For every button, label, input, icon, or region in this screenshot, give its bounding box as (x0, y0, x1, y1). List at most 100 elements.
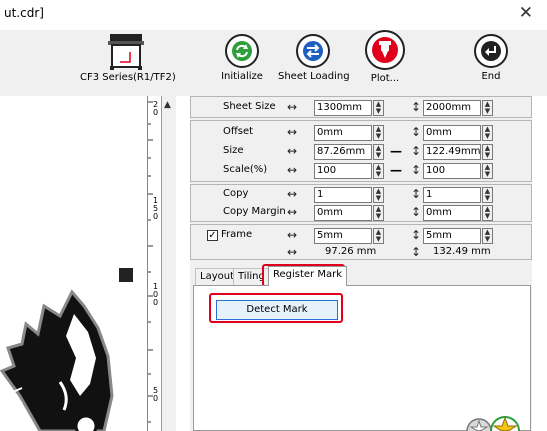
copy-margin-x-field[interactable]: 0mm (314, 205, 372, 221)
scale-row: Scale(%) ↔ 100 ▲ ▼ — ↕ 100 ▲ ▼ (191, 163, 533, 179)
sheet-width-spinner[interactable]: ▲ ▼ (373, 100, 384, 116)
total-height-value: 132.49 mm (433, 246, 491, 257)
width-arrow-icon: ↔ (287, 125, 298, 139)
device-selector[interactable]: CF3 Series(R1/TF2) (80, 32, 176, 83)
copy-margin-label: Copy Margin (223, 206, 286, 217)
initialize-button[interactable]: Initialize (207, 34, 277, 82)
height-arrow-icon: ↕ (411, 228, 422, 242)
fish-artwork (0, 268, 133, 431)
device-label: CF3 Series(R1/TF2) (80, 72, 176, 83)
sheet-height-spinner[interactable]: ▲ ▼ (482, 100, 493, 116)
scale-y-field[interactable]: 100 (423, 163, 481, 179)
ruler-mark: 0 (153, 212, 159, 221)
offset-y-spinner[interactable]: ▲ ▼ (482, 125, 493, 141)
swap-arrows-icon (303, 41, 323, 61)
copy-margin-y-spinner[interactable]: ▲ ▼ (482, 205, 493, 221)
copy-margin-row: Copy Margin ↔ 0mm ▲ ▼ ↕ 0mm ▲ ▼ (191, 205, 533, 221)
size-height-spinner[interactable]: ▲ ▼ (482, 144, 493, 160)
sheet-loading-button[interactable]: Sheet Loading (278, 34, 350, 82)
refresh-icon (232, 41, 252, 61)
scale-x-field[interactable]: 100 (314, 163, 372, 179)
frame-group: ✓ Frame ↔ 5mm ▲ ▼ ↕ 5mm ▲ ▼ ↔ 97.26 mm ↕ 1… (190, 224, 532, 260)
copy-margin-x-spinner[interactable]: ▲ ▼ (373, 205, 384, 221)
preview-area: 2 0 1 5 0 1 0 0 5 0 ▲ (0, 96, 176, 431)
origin-marker (119, 268, 133, 282)
width-arrow-icon: ↔ (287, 187, 298, 201)
width-arrow-icon: ↔ (287, 228, 298, 242)
close-icon[interactable]: ✕ (519, 3, 533, 23)
detect-mark-highlight (209, 293, 343, 323)
title-bar: ut.cdr] ✕ (0, 0, 547, 30)
plot-button[interactable]: Plot... (350, 30, 420, 84)
size-height-field[interactable]: 122.49mm (423, 144, 481, 160)
scale-x-spinner[interactable]: ▲ ▼ (373, 163, 384, 179)
frame-y-field[interactable]: 5mm (423, 228, 481, 244)
height-arrow-icon: ↕ (411, 100, 422, 114)
height-arrow-icon: ↕ (411, 205, 422, 219)
vertical-ruler: 2 0 1 5 0 1 0 0 5 0 (148, 96, 162, 431)
size-width-spinner[interactable]: ▲ ▼ (373, 144, 384, 160)
copy-label: Copy (223, 188, 249, 199)
ruler-mark: 0 (153, 394, 159, 403)
sheet-width-field[interactable]: 1300mm (314, 100, 372, 116)
width-arrow-icon: ↔ (287, 163, 298, 177)
height-arrow-icon: ↕ (411, 125, 422, 139)
offset-label: Offset (223, 126, 254, 137)
width-arrow-icon: ↔ (287, 144, 298, 158)
return-icon (481, 41, 501, 61)
vertical-scrollbar[interactable]: ▲ (162, 96, 176, 431)
scale-label: Scale(%) (223, 164, 268, 175)
size-width-field[interactable]: 87.26mm (314, 144, 372, 160)
copy-y-spinner[interactable]: ▲ ▼ (482, 187, 493, 203)
tab-register-mark[interactable]: Register Mark (268, 266, 348, 286)
width-arrow-icon: ↔ (287, 100, 298, 114)
sheet-size-label: Sheet Size (223, 101, 276, 112)
width-arrow-icon: ↔ (287, 205, 298, 219)
scale-y-spinner[interactable]: ▲ ▼ (482, 163, 493, 179)
copy-x-spinner[interactable]: ▲ ▼ (373, 187, 384, 203)
window-title: ut.cdr] (4, 6, 44, 20)
plot-label: Plot... (370, 73, 400, 84)
height-arrow-icon: ↕ (411, 163, 422, 177)
preview-canvas[interactable] (0, 96, 148, 431)
aspect-lock-icon[interactable]: — (390, 145, 402, 157)
copy-margin-y-field[interactable]: 0mm (423, 205, 481, 221)
sheet-height-field[interactable]: 2000mm (423, 100, 481, 116)
sheet-size-group: Sheet Size ↔ 1300mm ▲ ▼ ↕ 2000mm ▲ ▼ (190, 96, 532, 118)
scroll-up-icon[interactable]: ▲ (164, 100, 171, 110)
toolbar: CF3 Series(R1/TF2) Initialize Sheet Load… (0, 30, 547, 96)
plotter-device-icon (108, 34, 144, 70)
offset-y-field[interactable]: 0mm (423, 125, 481, 141)
copy-x-field[interactable]: 1 (314, 187, 372, 203)
sheet-size-row: Sheet Size ↔ 1300mm ▲ ▼ ↕ 2000mm ▲ ▼ (191, 100, 533, 116)
width-arrow-icon: ↔ (287, 245, 298, 259)
ruler-mark: 0 (153, 108, 159, 117)
size-label: Size (223, 145, 244, 156)
frame-checkbox[interactable]: ✓ (207, 230, 218, 241)
frame-label: Frame (221, 229, 253, 240)
copy-group: Copy ↔ 1 ▲ ▼ ↕ 1 ▲ ▼ Copy Margin ↔ 0mm ▲ ▼ … (190, 184, 532, 222)
offset-x-field[interactable]: 0mm (314, 125, 372, 141)
position-group: Offset ↔ 0mm ▲ ▼ ↕ 0mm ▲ ▼ Size ↔ 87.26mm … (190, 120, 532, 182)
copy-row: Copy ↔ 1 ▲ ▼ ↕ 1 ▲ ▼ (191, 187, 533, 203)
copy-y-field[interactable]: 1 (423, 187, 481, 203)
frame-y-spinner[interactable]: ▲ ▼ (482, 228, 493, 244)
offset-x-spinner[interactable]: ▲ ▼ (373, 125, 384, 141)
height-arrow-icon: ↕ (411, 245, 422, 259)
initialize-label: Initialize (221, 71, 263, 82)
frame-x-field[interactable]: 5mm (314, 228, 372, 244)
star-buttons (466, 416, 520, 431)
height-arrow-icon: ↕ (411, 144, 422, 158)
end-button[interactable]: End (456, 34, 526, 82)
total-size-row: ↔ 97.26 mm ↕ 132.49 mm (191, 245, 533, 261)
frame-row: ✓ Frame ↔ 5mm ▲ ▼ ↕ 5mm ▲ ▼ (191, 228, 533, 244)
end-label: End (481, 71, 501, 82)
ruler-mark: 0 (153, 298, 159, 307)
total-width-value: 97.26 mm (325, 246, 377, 257)
sheet-loading-label: Sheet Loading (278, 71, 350, 82)
plot-pen-icon (372, 37, 398, 63)
height-arrow-icon: ↕ (411, 187, 422, 201)
size-row: Size ↔ 87.26mm ▲ ▼ — ↕ 122.49mm ▲ ▼ (191, 144, 533, 160)
frame-x-spinner[interactable]: ▲ ▼ (373, 228, 384, 244)
aspect-lock-icon[interactable]: — (390, 164, 402, 176)
